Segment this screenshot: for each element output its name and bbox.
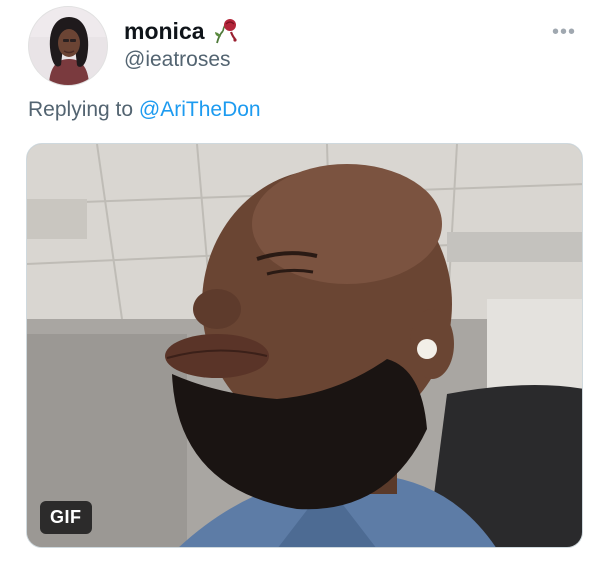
more-options-button[interactable]: •••: [547, 22, 581, 42]
more-options-icon: •••: [551, 21, 576, 43]
user-block: monica @ieatroses: [124, 16, 239, 72]
avatar-image: [29, 7, 107, 85]
gif-frame: [27, 144, 582, 547]
display-name[interactable]: monica: [124, 18, 205, 45]
replying-prefix: Replying to: [28, 98, 139, 121]
gif-media[interactable]: GIF: [26, 143, 583, 548]
gif-badge: GIF: [40, 501, 92, 534]
wilted-rose-icon: [214, 19, 237, 44]
replying-mention-link[interactable]: @AriTheDon: [139, 98, 261, 121]
user-handle[interactable]: @ieatroses: [124, 48, 239, 72]
avatar[interactable]: [28, 6, 108, 86]
display-name-row: monica: [124, 16, 239, 46]
tweet: monica @ieatroses ••• Replying to @AriTh…: [0, 0, 595, 576]
replying-to: Replying to @AriTheDon: [28, 98, 261, 122]
